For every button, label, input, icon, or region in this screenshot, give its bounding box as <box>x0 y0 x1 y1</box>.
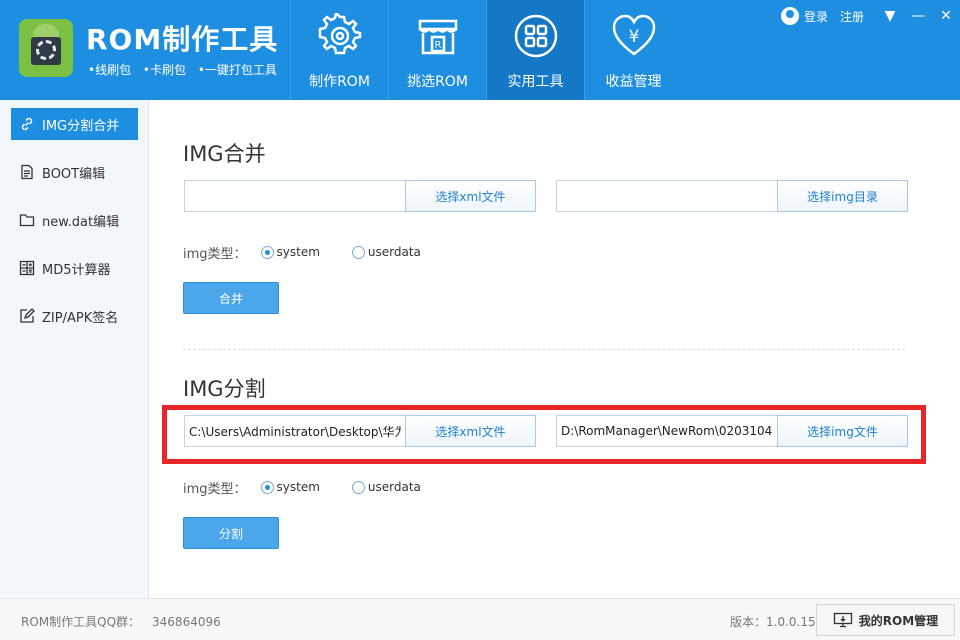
sidebar-item-label: new.dat编辑 <box>42 214 120 230</box>
calculator-icon <box>19 260 35 276</box>
merge-radio-userdata[interactable]: userdata <box>351 245 421 259</box>
app-title: ROM制作工具 <box>86 23 279 56</box>
sidebar-item-boot-edit[interactable]: BOOT编辑 <box>11 156 138 188</box>
merge-select-xml-button[interactable]: 选择xml文件 <box>405 180 536 212</box>
merge-xml-path-input[interactable] <box>184 180 406 212</box>
merge-select-img-dir-button[interactable]: 选择img目录 <box>777 180 908 212</box>
split-radio-system[interactable]: system <box>260 480 320 494</box>
nav-label: 实用工具 <box>507 74 564 90</box>
sidebar-item-zip-apk-sign[interactable]: ZIP/APK签名 <box>11 300 138 332</box>
my-rom-manage-button[interactable]: 我的ROM管理 <box>816 604 955 636</box>
nav-label: 制作ROM <box>309 74 370 90</box>
menu-dropdown-icon[interactable]: ▼ <box>876 8 904 24</box>
img-type-label: img类型： <box>183 481 247 497</box>
close-icon[interactable]: ✕ <box>932 8 960 24</box>
footer: ROM制作工具QQ群： 346864096 版本：1.0.0.15 我的ROM管理 <box>0 598 960 640</box>
sidebar: IMG分割合并 BOOT编辑 new.dat编辑 MD5计算器 ZIP/APK签… <box>0 100 149 598</box>
qq-group-number: 346864096 <box>152 615 221 629</box>
link-icon <box>21 117 33 131</box>
manage-button-label: 我的ROM管理 <box>858 613 939 628</box>
merge-img-type-row: img类型： system userdata <box>183 242 421 262</box>
split-select-img-file-button[interactable]: 选择img文件 <box>777 415 908 447</box>
nav-revenue[interactable]: ¥ 收益管理 <box>584 0 682 100</box>
nav-label: 收益管理 <box>605 74 662 90</box>
folder-icon <box>19 214 35 227</box>
document-icon <box>21 164 33 180</box>
merge-button[interactable]: 合并 <box>183 282 279 314</box>
split-select-xml-button[interactable]: 选择xml文件 <box>405 415 536 447</box>
sidebar-item-label: IMG分割合并 <box>42 118 120 134</box>
login-link[interactable]: 登录 <box>804 8 828 25</box>
gear-icon <box>318 13 362 55</box>
user-icon <box>780 7 799 25</box>
grid-icon <box>514 14 558 58</box>
split-img-file-input[interactable] <box>556 415 778 447</box>
nav-pick-rom[interactable]: R 挑选ROM <box>388 0 486 100</box>
sidebar-item-newdat-edit[interactable]: new.dat编辑 <box>11 204 138 236</box>
edit-icon <box>20 308 35 323</box>
split-xml-path-input[interactable] <box>184 415 406 447</box>
merge-section-title: IMG合并 <box>183 142 266 166</box>
split-section-title: IMG分割 <box>183 377 266 401</box>
main-content: IMG合并 选择xml文件 选择img目录 img类型： system user… <box>150 100 960 598</box>
feature-item: •线刷包 <box>88 63 132 77</box>
store-icon: R <box>418 19 458 55</box>
merge-img-dir-input[interactable] <box>556 180 778 212</box>
section-divider <box>183 349 905 350</box>
window-controls: 登录 注册 ▼ — ✕ <box>780 0 960 32</box>
register-link[interactable]: 注册 <box>840 8 864 25</box>
minimize-icon[interactable]: — <box>904 8 932 24</box>
split-radio-userdata[interactable]: userdata <box>351 480 421 494</box>
split-button[interactable]: 分割 <box>183 517 279 549</box>
sidebar-item-label: MD5计算器 <box>42 262 111 278</box>
nav-label: 挑选ROM <box>407 74 468 90</box>
heart-yen-icon: ¥ <box>612 14 656 56</box>
svg-text:R: R <box>435 40 442 51</box>
nav-make-rom[interactable]: 制作ROM <box>290 0 388 100</box>
feature-item: •一键打包工具 <box>197 63 277 77</box>
svg-text:¥: ¥ <box>629 27 640 47</box>
app-features: •线刷包 •卡刷包 •一键打包工具 <box>88 61 285 78</box>
qq-group-info: ROM制作工具QQ群： 346864096 <box>21 613 221 630</box>
merge-radio-system[interactable]: system <box>260 245 320 259</box>
header: ROM制作工具 •线刷包 •卡刷包 •一键打包工具 制作ROM R 挑选ROM … <box>0 0 960 100</box>
sidebar-item-md5-calculator[interactable]: MD5计算器 <box>11 252 138 284</box>
main-nav: 制作ROM R 挑选ROM 实用工具 ¥ 收益管理 <box>290 0 682 100</box>
sidebar-item-label: ZIP/APK签名 <box>42 310 119 326</box>
sidebar-item-img-split-merge[interactable]: IMG分割合并 <box>11 108 138 140</box>
sidebar-item-label: BOOT编辑 <box>42 166 106 182</box>
logo-area: ROM制作工具 •线刷包 •卡刷包 •一键打包工具 <box>0 0 290 100</box>
feature-item: •卡刷包 <box>142 63 187 77</box>
split-img-type-row: img类型： system userdata <box>183 477 421 497</box>
version-label: 版本：1.0.0.15 <box>730 615 816 629</box>
android-logo-icon <box>19 19 73 77</box>
img-type-label: img类型： <box>183 246 247 262</box>
nav-utilities[interactable]: 实用工具 <box>486 0 584 100</box>
qq-group-label: ROM制作工具QQ群： <box>21 615 141 629</box>
monitor-icon <box>833 612 852 628</box>
